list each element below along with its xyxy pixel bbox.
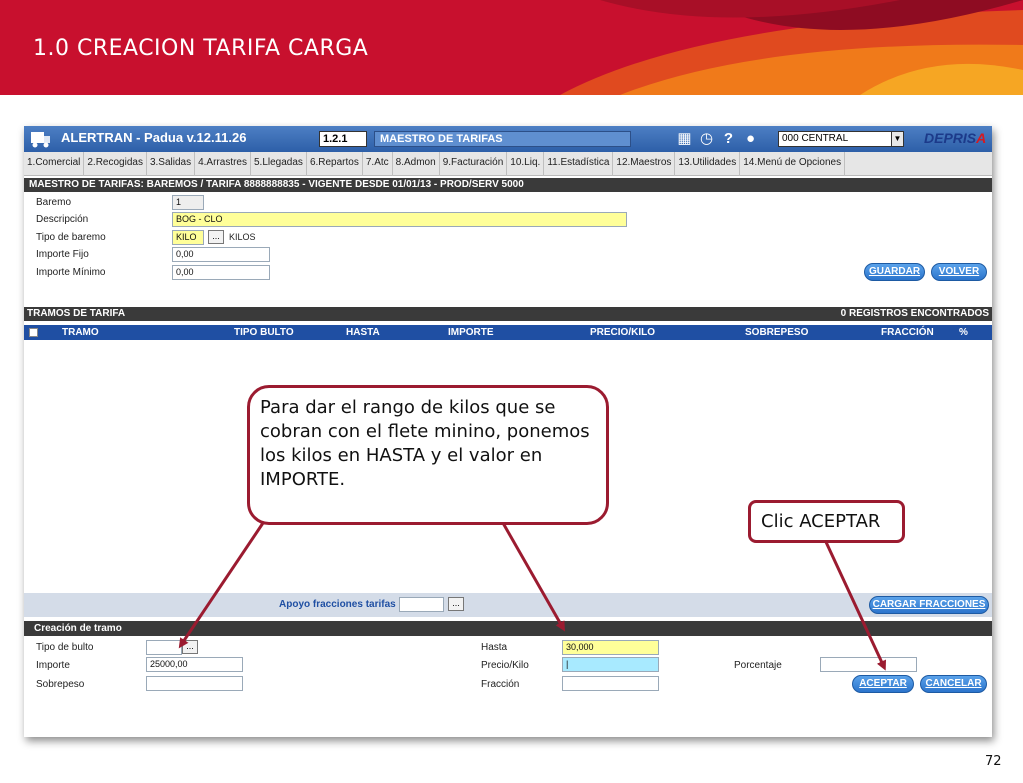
menu-item-menu-opciones[interactable]: 14.Menú de Opciones [740, 152, 846, 176]
tramos-column-header: TRAMO TIPO BULTO HASTA IMPORTE PRECIO/KI… [24, 325, 992, 340]
baremo-label: Baremo [36, 197, 72, 208]
menu-item-admon[interactable]: 8.Admon [393, 152, 440, 176]
office-select[interactable]: 000 CENTRAL ▼ [778, 131, 904, 147]
clock-icon[interactable]: ◷ [698, 130, 715, 147]
column-hasta[interactable]: HASTA [346, 325, 380, 340]
sobrepeso-field[interactable] [146, 676, 243, 691]
creacion-tramo-header-bar: Creación de tramo [24, 621, 992, 636]
importe-field[interactable]: 25000,00 [146, 657, 243, 672]
module-name: MAESTRO DE TARIFAS [374, 131, 631, 147]
tipo-baremo-description: KILOS [229, 232, 256, 242]
records-count: 0 REGISTROS ENCONTRADOS [840, 308, 989, 319]
column-tipo-bulto[interactable]: TIPO BULTO [234, 325, 294, 340]
fraccion-label: Fracción [481, 679, 520, 690]
menu-item-utilidades[interactable]: 13.Utilidades [675, 152, 741, 176]
office-select-value: 000 CENTRAL [782, 133, 849, 144]
apoyo-fracciones-label: Apoyo fracciones tarifas [279, 599, 396, 610]
apoyo-fracciones-bar: Apoyo fracciones tarifas ... CARGAR FRAC… [24, 593, 992, 617]
user-icon[interactable]: ● [742, 130, 759, 147]
main-menu: 1.Comercial 2.Recogidas 3.Salidas 4.Arra… [24, 152, 992, 176]
tramos-header-bar: TRAMOS DE TARIFA 0 REGISTROS ENCONTRADOS [24, 307, 992, 321]
column-precio-kilo[interactable]: PRECIO/KILO [590, 325, 655, 340]
help-icon[interactable]: ? [720, 130, 737, 147]
column-sobrepeso[interactable]: SOBREPESO [745, 325, 808, 340]
menu-item-repartos[interactable]: 6.Repartos [307, 152, 363, 176]
menu-item-comercial[interactable]: 1.Comercial [24, 152, 85, 176]
select-all-checkbox[interactable] [29, 328, 38, 337]
baremo-header-bar: MAESTRO DE TARIFAS: BAREMOS / TARIFA 888… [24, 178, 992, 192]
tipo-baremo-field[interactable]: KILO [172, 230, 204, 245]
menu-item-salidas[interactable]: 3.Salidas [147, 152, 196, 176]
importe-minimo-label: Importe Mínimo [36, 267, 106, 278]
menu-item-liq[interactable]: 10.Liq. [507, 152, 545, 176]
menu-item-estadistica[interactable]: 11.Estadística [544, 152, 614, 176]
importe-label: Importe [36, 660, 70, 671]
tipo-bulto-field[interactable] [146, 640, 182, 655]
column-porcentaje[interactable]: % [959, 325, 968, 340]
menu-item-recogidas[interactable]: 2.Recogidas [84, 152, 147, 176]
importe-minimo-field[interactable]: 0,00 [172, 265, 270, 280]
slide-header: 1.0 CREACION TARIFA CARGA [0, 0, 1023, 95]
hasta-label: Hasta [481, 642, 508, 653]
menu-item-maestros[interactable]: 12.Maestros [613, 152, 676, 176]
transaction-code-input[interactable]: 1.2.1 [319, 131, 367, 147]
tipo-bulto-label: Tipo de bulto [36, 642, 94, 653]
precio-kilo-field[interactable]: | [562, 657, 659, 672]
tipo-baremo-lookup-button[interactable]: ... [208, 230, 224, 244]
porcentaje-label: Porcentaje [734, 660, 782, 671]
app-titlebar: ALERTRAN - Padua v.12.11.26 1.2.1 MAESTR… [24, 126, 992, 152]
click-aceptar-callout: Clic ACEPTAR [748, 500, 905, 543]
chevron-down-icon[interactable]: ▼ [891, 132, 903, 146]
menu-item-facturacion[interactable]: 9.Facturación [440, 152, 508, 176]
calendar-icon[interactable]: ▦ [676, 130, 693, 147]
column-importe[interactable]: IMPORTE [448, 325, 494, 340]
volver-button[interactable]: VOLVER [931, 263, 987, 281]
column-fraccion[interactable]: FRACCIÓN [881, 325, 934, 340]
guardar-button[interactable]: GUARDAR [864, 263, 925, 281]
descripcion-label: Descripción [36, 214, 89, 225]
tramos-title: TRAMOS DE TARIFA [27, 308, 126, 319]
baremo-field: 1 [172, 195, 204, 210]
menu-item-llegadas[interactable]: 5.Llegadas [251, 152, 307, 176]
slide-title: 1.0 CREACION TARIFA CARGA [33, 36, 369, 61]
menu-item-atc[interactable]: 7.Atc [363, 152, 393, 176]
truck-icon [31, 132, 50, 148]
fraccion-field[interactable] [562, 676, 659, 691]
page-number: 72 [985, 754, 1002, 769]
aceptar-button[interactable]: ACEPTAR [852, 675, 914, 693]
cancelar-button[interactable]: CANCELAR [920, 675, 987, 693]
app-title: ALERTRAN - Padua v.12.11.26 [61, 130, 247, 145]
apoyo-fracciones-lookup-button[interactable]: ... [448, 597, 464, 611]
apoyo-fracciones-field[interactable] [399, 597, 444, 612]
slide: 1.0 CREACION TARIFA CARGA ALERTRAN - Pad… [0, 0, 1023, 783]
tipo-baremo-label: Tipo de baremo [36, 232, 106, 243]
descripcion-field[interactable]: BOG - CLO [172, 212, 627, 227]
importe-fijo-field[interactable]: 0,00 [172, 247, 270, 262]
range-instruction-callout: Para dar el rango de kilos que se cobran… [247, 385, 609, 525]
porcentaje-field[interactable] [820, 657, 917, 672]
brand-logo: DEPRISA [924, 130, 987, 146]
tipo-bulto-lookup-button[interactable]: ... [182, 640, 198, 654]
cargar-fracciones-button[interactable]: CARGAR FRACCIONES [869, 596, 989, 614]
menu-item-arrastres[interactable]: 4.Arrastres [195, 152, 251, 176]
column-tramo[interactable]: TRAMO [62, 325, 99, 340]
hasta-field[interactable]: 30,000 [562, 640, 659, 655]
precio-kilo-label: Precio/Kilo [481, 660, 529, 671]
sobrepeso-label: Sobrepeso [36, 679, 85, 690]
importe-fijo-label: Importe Fijo [36, 249, 89, 260]
